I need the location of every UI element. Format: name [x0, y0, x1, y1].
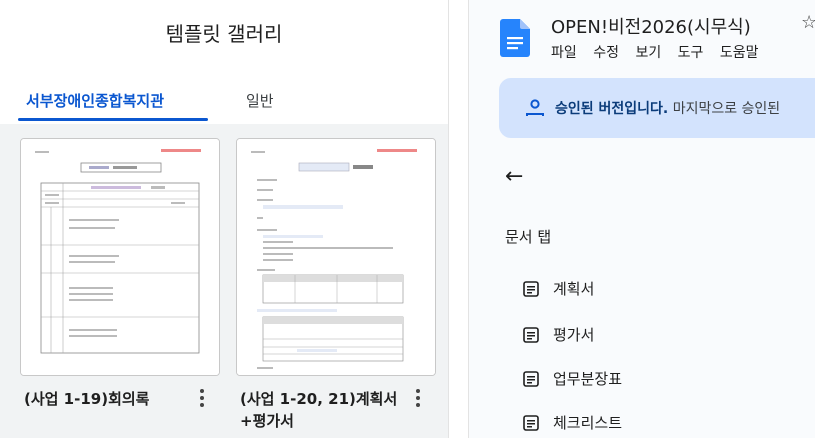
template-card[interactable]: (사업 1-20, 21)계획서+평가서 — [236, 138, 436, 438]
menu-view[interactable]: 보기 — [635, 45, 661, 61]
more-vert-icon[interactable] — [410, 386, 426, 410]
gallery-title: 템플릿 갤러리 — [165, 22, 283, 46]
document-title[interactable]: OPEN!비전2026(시무식) — [551, 13, 751, 39]
template-thumbnail[interactable] — [236, 138, 436, 376]
doc-tab-label: 계획서 — [553, 280, 595, 298]
menu-bar: 파일 수정 보기 도구 도움말 — [551, 42, 771, 62]
template-thumbnail[interactable] — [20, 138, 220, 376]
document-tab-icon — [523, 280, 539, 297]
doc-tab-label: 업무분장표 — [553, 370, 623, 388]
menu-tools[interactable]: 도구 — [678, 45, 704, 61]
template-gallery-panel: 템플릿 갤러리 서부장애인종합복지관 일반 (사업 1-19)회의록 (사업 1… — [0, 0, 449, 438]
google-docs-icon[interactable] — [500, 19, 530, 57]
template-card[interactable]: (사업 1-19)회의록 — [20, 138, 220, 438]
more-vert-icon[interactable] — [194, 386, 210, 410]
menu-edit[interactable]: 수정 — [593, 45, 619, 61]
doc-tab-checklist[interactable]: 체크리스트 — [523, 412, 622, 433]
document-tab-icon — [523, 326, 539, 343]
doc-tab-plan[interactable]: 계획서 — [523, 278, 594, 299]
doc-tab-duties[interactable]: 업무분장표 — [523, 368, 622, 389]
back-arrow-icon[interactable]: ← — [505, 164, 523, 189]
document-panel: OPEN!비전2026(시무식) ☆ 파일 수정 보기 도구 도움말 승인된 버… — [468, 0, 815, 438]
approval-banner-text: 승인된 버전입니다. 마지막으로 승인된 — [555, 98, 780, 118]
menu-file[interactable]: 파일 — [551, 45, 577, 61]
document-tabs-title: 문서 탭 — [505, 228, 552, 246]
doc-tab-label: 평가서 — [553, 326, 595, 344]
meeting-minutes-thumbnail — [21, 139, 219, 375]
template-label[interactable]: (사업 1-19)회의록 — [24, 388, 182, 410]
doc-tab-evaluation[interactable]: 평가서 — [523, 324, 594, 345]
document-tab-icon — [523, 414, 539, 431]
plan-evaluation-thumbnail — [237, 139, 435, 375]
approval-banner-bold: 승인된 버전입니다. — [555, 101, 669, 117]
tab-general[interactable]: 일반 — [246, 90, 274, 111]
gallery-tabs: 서부장애인종합복지관 일반 — [0, 80, 448, 124]
menu-help[interactable]: 도움말 — [720, 45, 759, 61]
active-tab-indicator — [18, 118, 208, 121]
tab-seobu-welfare[interactable]: 서부장애인종합복지관 — [26, 90, 164, 111]
doc-tab-label: 체크리스트 — [553, 414, 623, 432]
star-icon[interactable]: ☆ — [801, 12, 815, 33]
person-check-icon — [526, 99, 544, 116]
approval-banner-detail: 마지막으로 승인된 — [672, 101, 781, 117]
template-label[interactable]: (사업 1-20, 21)계획서+평가서 — [240, 388, 398, 432]
document-tab-icon — [523, 370, 539, 387]
approval-banner: 승인된 버전입니다. 마지막으로 승인된 — [499, 78, 815, 138]
